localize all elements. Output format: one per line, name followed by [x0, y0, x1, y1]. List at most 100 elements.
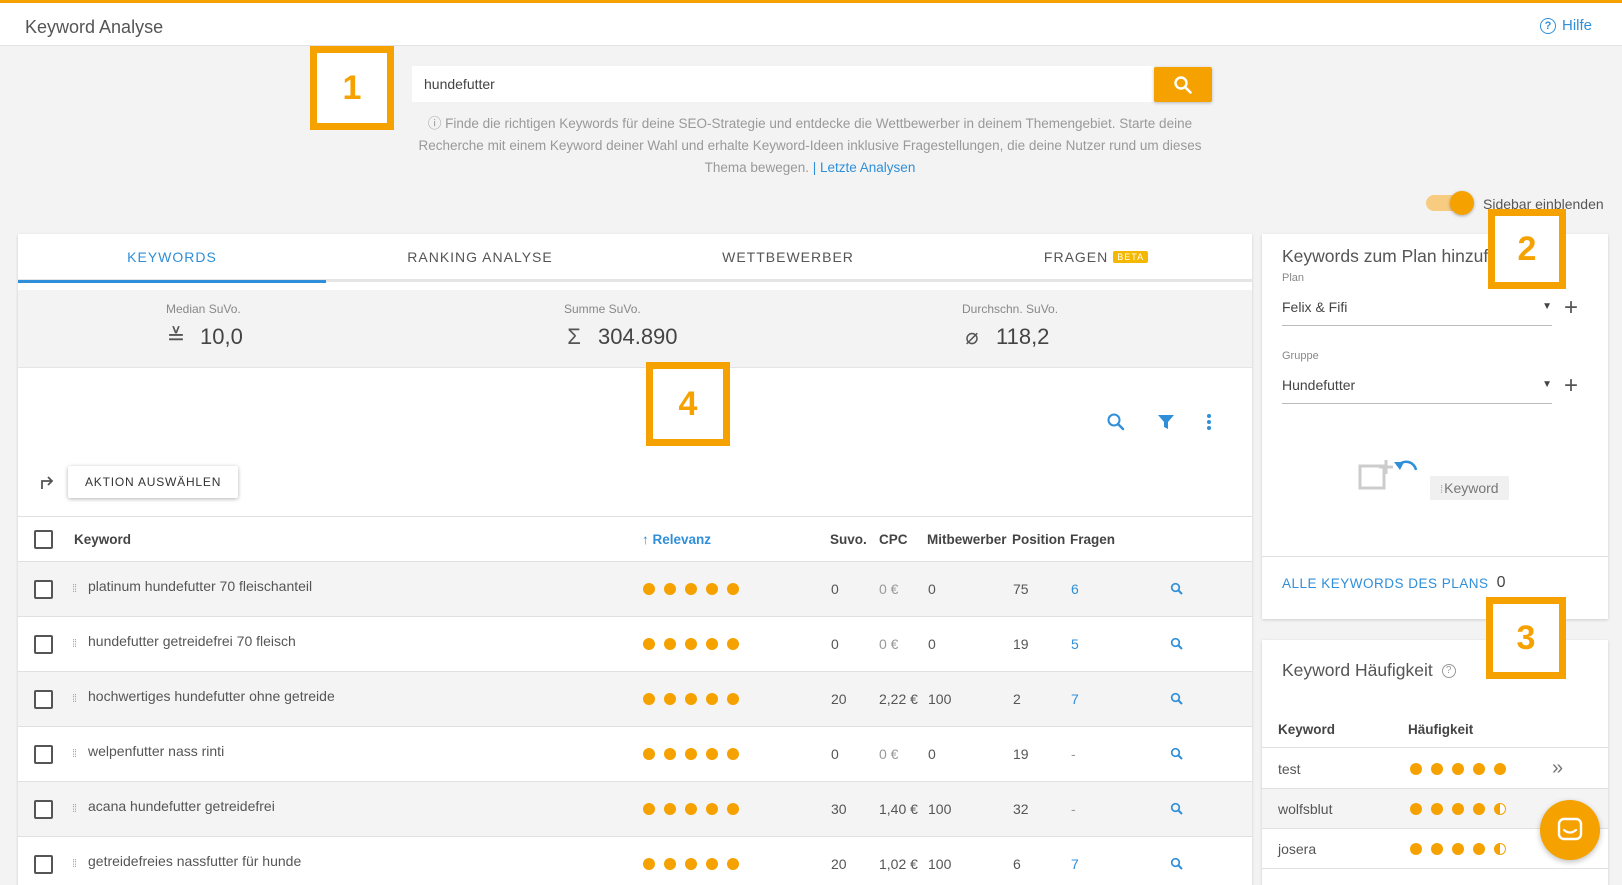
- expand-chevron-icon[interactable]: »: [1552, 757, 1563, 780]
- average-icon: ⌀: [965, 324, 979, 349]
- drag-handle-icon[interactable]: ⁞⁞: [72, 748, 77, 760]
- select-action-button[interactable]: AKTION AUSWÄHLEN: [68, 466, 239, 498]
- keyword-cell[interactable]: hochwertiges hundefutter ohne getreide: [88, 688, 335, 704]
- group-value: Hundefutter: [1282, 376, 1356, 393]
- search-icon[interactable]: [1170, 582, 1184, 599]
- tab-fragen[interactable]: FRAGEN BETA: [942, 234, 1250, 280]
- relevance-dot: [643, 693, 655, 705]
- plan-select[interactable]: Felix & Fifi ▼: [1282, 288, 1552, 326]
- keywords-table: Keyword ↑ Relevanz Suvo. CPC Mitbewerber…: [18, 516, 1252, 885]
- col-competitors[interactable]: Mitbewerber: [927, 532, 1007, 547]
- row-checkbox[interactable]: [34, 799, 53, 819]
- suvo-cell: 30: [831, 801, 847, 817]
- frequency-dot: [1410, 803, 1422, 815]
- drag-handle-icon[interactable]: ⁞⁞: [72, 693, 77, 705]
- tab-wettbewerber[interactable]: WETTBEWERBER: [634, 234, 942, 280]
- col-keyword[interactable]: Keyword: [74, 532, 131, 547]
- suvo-cell: 0: [831, 581, 839, 597]
- col-questions[interactable]: Fragen: [1070, 532, 1115, 547]
- competitors-cell: 0: [928, 746, 936, 762]
- relevance-dot: [643, 748, 655, 760]
- questions-cell: -: [1071, 746, 1076, 762]
- all-plan-keywords-link[interactable]: ALLE KEYWORDS DES PLANS 0: [1282, 574, 1506, 592]
- all-keywords-count: 0: [1496, 574, 1506, 591]
- stat-average: Durchschn. SuVo. ⌀ 118,2: [814, 290, 1114, 350]
- sidebar-toggle[interactable]: [1426, 191, 1474, 215]
- relevance-dots: [643, 638, 739, 650]
- annotation-marker-3: 3: [1486, 597, 1566, 679]
- keyword-cell[interactable]: platinum hundefutter 70 fleischanteil: [88, 578, 312, 594]
- keyword-cell[interactable]: hundefutter getreidefrei 70 fleisch: [88, 633, 296, 649]
- relevance-dot: [727, 748, 739, 760]
- chat-button[interactable]: [1540, 800, 1600, 860]
- search-icon[interactable]: [1170, 637, 1184, 654]
- col-cpc[interactable]: CPC: [879, 532, 908, 547]
- relevance-dot: [643, 638, 655, 650]
- table-toolbar: [1106, 412, 1212, 432]
- filter-icon[interactable]: [1156, 412, 1176, 432]
- questions-cell[interactable]: 7: [1071, 856, 1079, 872]
- row-checkbox[interactable]: [34, 854, 53, 874]
- keyword-drag-chip[interactable]: ⁞ Keyword: [1430, 476, 1509, 500]
- relevance-dot: [664, 583, 676, 595]
- search-bar: [412, 66, 1212, 104]
- more-vert-icon[interactable]: [1206, 412, 1212, 432]
- relevance-dots: [643, 858, 739, 870]
- row-checkbox[interactable]: [34, 579, 53, 599]
- keyword-cell[interactable]: getreidefreies nassfutter für hunde: [88, 853, 301, 869]
- position-cell: 19: [1013, 636, 1029, 652]
- search-icon[interactable]: [1170, 747, 1184, 764]
- help-link[interactable]: ? Hilfe: [1539, 17, 1592, 34]
- questions-cell[interactable]: 5: [1071, 636, 1079, 652]
- annotation-marker-2: 2: [1488, 209, 1566, 289]
- relevance-dot: [664, 748, 676, 760]
- table-header: Keyword ↑ Relevanz Suvo. CPC Mitbewerber…: [18, 516, 1252, 561]
- stat-median: Median SuVo. ≚ 10,0: [18, 290, 318, 350]
- search-button[interactable]: [1154, 67, 1212, 102]
- search-input[interactable]: [412, 66, 1154, 102]
- relevance-dot: [685, 748, 697, 760]
- drag-handle-icon[interactable]: ⁞⁞: [72, 638, 77, 650]
- search-icon[interactable]: [1170, 802, 1184, 819]
- frequency-row: test »: [1262, 749, 1608, 789]
- add-plan-icon[interactable]: +: [1564, 294, 1578, 322]
- search-icon[interactable]: [1170, 692, 1184, 709]
- tab-keywords[interactable]: KEYWORDS: [18, 234, 326, 283]
- cpc-cell: 0 €: [879, 581, 899, 597]
- stat-avg-value: 118,2: [996, 324, 1050, 349]
- relevance-dot: [664, 803, 676, 815]
- competitors-cell: 0: [928, 581, 936, 597]
- freq-col-frequency: Häufigkeit: [1408, 722, 1474, 737]
- drag-handle-icon[interactable]: ⁞⁞: [72, 858, 77, 870]
- search-icon[interactable]: [1106, 412, 1126, 432]
- select-all-checkbox[interactable]: [34, 529, 53, 549]
- add-group-icon[interactable]: +: [1564, 372, 1578, 400]
- table-row: ⁞⁞ welpenfutter nass rinti 0 0 € 0 19 -: [18, 726, 1252, 781]
- keyword-cell[interactable]: welpenfutter nass rinti: [88, 743, 224, 759]
- row-checkbox[interactable]: [34, 689, 53, 709]
- col-relevance[interactable]: ↑ Relevanz: [642, 532, 711, 547]
- row-checkbox[interactable]: [34, 634, 53, 654]
- table-row: ⁞⁞ hochwertiges hundefutter ohne getreide…: [18, 671, 1252, 726]
- col-position[interactable]: Position: [1012, 532, 1065, 547]
- help-icon[interactable]: ?: [1441, 664, 1456, 679]
- keyword-cell[interactable]: acana hundefutter getreidefrei: [88, 798, 275, 814]
- questions-cell[interactable]: 7: [1071, 691, 1079, 707]
- frequency-dot: [1473, 763, 1485, 775]
- search-icon[interactable]: [1170, 857, 1184, 874]
- help-icon: ?: [1539, 17, 1556, 34]
- drag-handle-icon[interactable]: ⁞⁞: [72, 583, 77, 595]
- frequency-dot: [1410, 763, 1422, 775]
- group-select[interactable]: Hundefutter ▼: [1282, 366, 1552, 404]
- plan-panel: Keywords zum Plan hinzufügen Plan Felix …: [1262, 234, 1608, 619]
- col-suvo[interactable]: Suvo.: [830, 532, 867, 547]
- questions-cell[interactable]: 6: [1071, 581, 1079, 597]
- drag-handle-icon[interactable]: ⁞⁞: [72, 803, 77, 815]
- tab-ranking-analyse[interactable]: RANKING ANALYSE: [326, 234, 634, 280]
- relevance-dots: [643, 583, 739, 595]
- divider: [1262, 556, 1608, 557]
- last-analyses-link[interactable]: | Letzte Analysen: [813, 160, 916, 175]
- row-checkbox[interactable]: [34, 744, 53, 764]
- position-cell: 75: [1013, 581, 1029, 597]
- relevance-dots: [643, 748, 739, 760]
